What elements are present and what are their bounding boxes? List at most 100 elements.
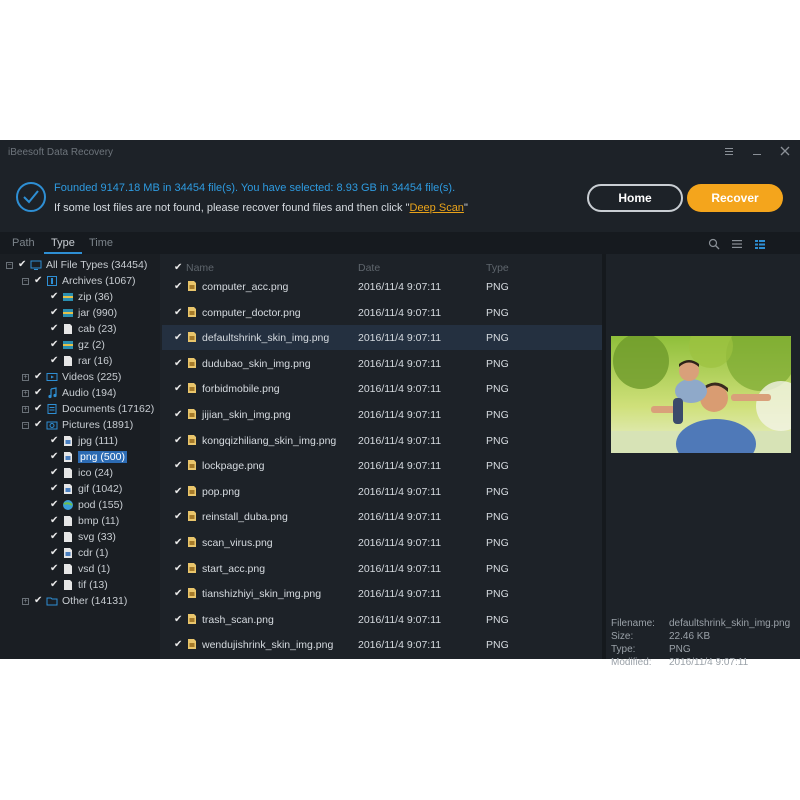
checkbox[interactable]: ✔ <box>50 500 60 510</box>
tree-item[interactable]: + ✔ Other (14131) <box>0 594 158 610</box>
checkbox[interactable]: ✔ <box>50 548 60 558</box>
tree-item[interactable]: ✔ pod (155) <box>0 498 158 514</box>
checkbox[interactable]: ✔ <box>50 340 60 350</box>
checkbox[interactable]: ✔ <box>18 260 28 270</box>
file-checkbox[interactable]: ✔ <box>174 358 182 369</box>
file-row[interactable]: ✔ defaultshrink_skin_img.png 2016/11/4 9:0… <box>162 325 602 351</box>
expand-toggle-icon[interactable]: + <box>22 406 29 413</box>
tree-item[interactable]: ✔ cab (23) <box>0 322 158 338</box>
search-icon[interactable] <box>708 237 720 250</box>
checkbox[interactable]: ✔ <box>34 388 44 398</box>
detail-view-icon[interactable] <box>754 237 766 249</box>
file-row[interactable]: ✔ pop.png 2016/11/4 9:07:11 PNG <box>162 479 602 504</box>
checkbox[interactable]: ✔ <box>34 420 44 430</box>
checkbox[interactable]: ✔ <box>50 532 60 542</box>
file-checkbox[interactable]: ✔ <box>174 383 182 394</box>
file-checkbox[interactable]: ✔ <box>174 460 182 471</box>
tree-item[interactable]: − ✔ Archives (1067) <box>0 274 158 290</box>
checkbox[interactable]: ✔ <box>34 596 44 606</box>
checkbox[interactable]: ✔ <box>50 484 60 494</box>
expand-toggle-icon[interactable]: − <box>6 262 13 269</box>
file-checkbox[interactable]: ✔ <box>174 639 182 650</box>
file-row[interactable]: ✔ dudubao_skin_img.png 2016/11/4 9:07:11 PN… <box>162 351 602 376</box>
file-row[interactable]: ✔ kongqizhiliang_skin_img.png 2016/11/4 9:… <box>162 428 602 453</box>
file-checkbox[interactable]: ✔ <box>174 563 182 574</box>
file-checkbox[interactable]: ✔ <box>174 435 182 446</box>
file-row[interactable]: ✔ computer_doctor.png 2016/11/4 9:07:11 PNG <box>162 300 602 325</box>
tree-item[interactable]: ✔ jpg (111) <box>0 434 158 450</box>
expand-toggle-icon[interactable]: − <box>22 278 29 285</box>
menu-icon[interactable] <box>720 144 738 162</box>
tree-item[interactable]: ✔ rar (16) <box>0 354 158 370</box>
file-row[interactable]: ✔ trash_scan.png 2016/11/4 9:07:11 PNG <box>162 607 602 632</box>
column-header-type[interactable]: Type <box>486 262 509 274</box>
close-icon[interactable] <box>776 144 794 162</box>
checkbox[interactable]: ✔ <box>34 372 44 382</box>
file-checkbox[interactable]: ✔ <box>174 511 182 522</box>
file-row[interactable]: ✔ start_acc.png 2016/11/4 9:07:11 PNG <box>162 556 602 581</box>
tree-item[interactable]: − ✔ All File Types (34454) <box>0 258 158 274</box>
file-checkbox[interactable]: ✔ <box>174 588 182 599</box>
checkbox[interactable]: ✔ <box>50 292 60 302</box>
file-checkbox[interactable]: ✔ <box>174 486 182 497</box>
expand-toggle-icon[interactable]: − <box>22 422 29 429</box>
file-checkbox[interactable]: ✔ <box>174 614 182 625</box>
select-all-checkbox[interactable]: ✔ <box>174 262 182 273</box>
tree-item[interactable]: ✔ tif (13) <box>0 578 158 594</box>
file-date: 2016/11/4 9:07:11 <box>358 588 442 601</box>
tree-item[interactable]: + ✔ Documents (17162) <box>0 402 158 418</box>
deep-scan-hint: If some lost files are not found, please… <box>54 202 468 214</box>
minimize-icon[interactable] <box>748 144 766 162</box>
expand-toggle-icon[interactable]: + <box>22 374 29 381</box>
file-checkbox[interactable]: ✔ <box>174 537 182 548</box>
file-checkbox[interactable]: ✔ <box>174 307 182 318</box>
tree-item[interactable]: ✔ svg (33) <box>0 530 158 546</box>
tree-item[interactable]: ✔ ico (24) <box>0 466 158 482</box>
column-header-name[interactable]: Name <box>186 262 214 274</box>
file-row[interactable]: ✔ tianshizhiyi_skin_img.png 2016/11/4 9:07… <box>162 581 602 606</box>
tree-item[interactable]: ✔ bmp (11) <box>0 514 158 530</box>
tree-item[interactable]: ✔ zip (36) <box>0 290 158 306</box>
file-checkbox[interactable]: ✔ <box>174 409 182 420</box>
checkbox[interactable]: ✔ <box>50 564 60 574</box>
file-checkbox[interactable]: ✔ <box>174 281 182 292</box>
tree-item[interactable]: ✔ cdr (1) <box>0 546 158 562</box>
checkbox[interactable]: ✔ <box>50 580 60 590</box>
tree-item[interactable]: + ✔ Audio (194) <box>0 386 158 402</box>
tree-item[interactable]: ✔ jar (990) <box>0 306 158 322</box>
list-view-icon[interactable] <box>731 237 743 249</box>
checkbox[interactable]: ✔ <box>34 404 44 414</box>
zip-icon <box>62 339 74 351</box>
file-row[interactable]: ✔ forbidmobile.png 2016/11/4 9:07:11 PNG <box>162 376 602 401</box>
checkbox[interactable]: ✔ <box>50 452 60 462</box>
tab-type[interactable]: Type <box>51 237 75 249</box>
tab-path[interactable]: Path <box>12 237 35 249</box>
checkbox[interactable]: ✔ <box>34 276 44 286</box>
file-row[interactable]: ✔ scan_virus.png 2016/11/4 9:07:11 PNG <box>162 530 602 555</box>
home-button[interactable]: Home <box>587 184 683 212</box>
deep-scan-link[interactable]: Deep Scan <box>410 202 464 214</box>
tree-item[interactable]: + ✔ Videos (225) <box>0 370 158 386</box>
tab-time[interactable]: Time <box>89 237 113 249</box>
checkbox[interactable]: ✔ <box>50 468 60 478</box>
tree-item[interactable]: ✔ vsd (1) <box>0 562 158 578</box>
column-header-date[interactable]: Date <box>358 262 380 274</box>
checkbox[interactable]: ✔ <box>50 436 60 446</box>
file-row[interactable]: ✔ reinstall_duba.png 2016/11/4 9:07:11 PNG <box>162 504 602 529</box>
file-row[interactable]: ✔ jijian_skin_img.png 2016/11/4 9:07:11 PNG <box>162 402 602 427</box>
tree-item[interactable]: ✔ gz (2) <box>0 338 158 354</box>
recover-button[interactable]: Recover <box>687 184 783 212</box>
tree-item[interactable]: ✔ png (500) <box>0 450 158 466</box>
file-row[interactable]: ✔ lockpage.png 2016/11/4 9:07:11 PNG <box>162 453 602 478</box>
file-row[interactable]: ✔ computer_acc.png 2016/11/4 9:07:11 PNG <box>162 274 602 299</box>
file-row[interactable]: ✔ wendujishrink_skin_img.png 2016/11/4 9:0… <box>162 632 602 657</box>
checkbox[interactable]: ✔ <box>50 356 60 366</box>
tree-item[interactable]: − ✔ Pictures (1891) <box>0 418 158 434</box>
checkbox[interactable]: ✔ <box>50 308 60 318</box>
file-checkbox[interactable]: ✔ <box>174 332 182 343</box>
expand-toggle-icon[interactable]: + <box>22 390 29 397</box>
expand-toggle-icon[interactable]: + <box>22 598 29 605</box>
tree-item[interactable]: ✔ gif (1042) <box>0 482 158 498</box>
checkbox[interactable]: ✔ <box>50 516 60 526</box>
checkbox[interactable]: ✔ <box>50 324 60 334</box>
